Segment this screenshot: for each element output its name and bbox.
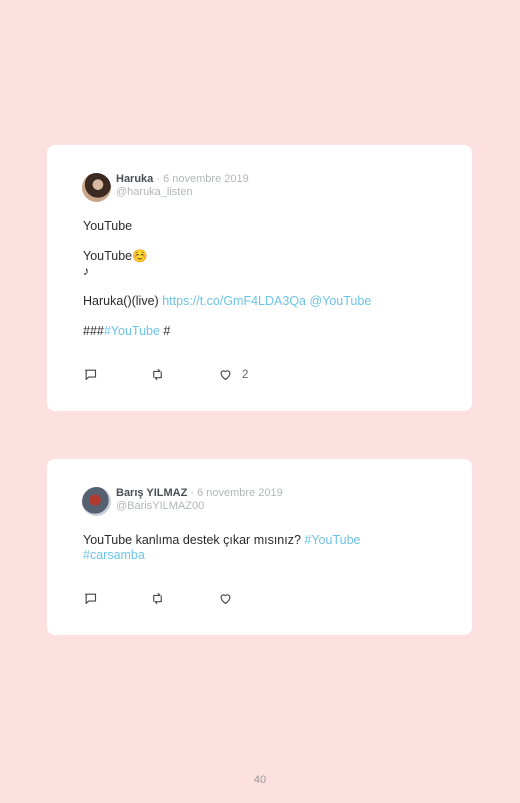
tweet-line: ♪ xyxy=(83,264,90,278)
tweet-date[interactable]: 6 novembre 2019 xyxy=(163,173,249,185)
tweet-line: YouTube☺️ xyxy=(83,249,148,263)
page-number: 40 xyxy=(253,774,267,786)
heart-icon xyxy=(220,594,231,605)
tweet-actions xyxy=(83,591,283,607)
author-handle[interactable]: @BarisYILMAZ00 xyxy=(116,500,283,513)
tweet-date[interactable]: 6 novembre 2019 xyxy=(197,487,283,499)
tweet-line: YouTube xyxy=(83,219,133,233)
tweet-body: YouTube kanlıma destek çıkar mısınız? #Y… xyxy=(83,533,403,563)
avatar[interactable] xyxy=(82,173,111,202)
tweet-link[interactable]: https://t.co/GmF4LDA3Qa xyxy=(162,294,306,308)
hashtag-link[interactable]: #carsamba xyxy=(83,548,145,562)
tweet-body: YouTube YouTube☺️ ♪ Haruka()(live) https… xyxy=(83,219,371,339)
tweet-line: ####YouTube # xyxy=(83,324,371,339)
separator: · xyxy=(190,487,195,499)
tweet-header: Barış YILMAZ · 6 novembre 2019 @BarisYIL… xyxy=(116,487,283,513)
reply-button[interactable] xyxy=(83,367,98,382)
tweet-card: Haruka · 6 novembre 2019 @haruka_listen … xyxy=(47,145,472,411)
reply-icon xyxy=(84,369,97,381)
tweet-line: YouTube kanlıma destek çıkar mısınız? #Y… xyxy=(83,533,403,563)
separator: · xyxy=(156,173,161,185)
tweet-text: YouTube kanlıma destek çıkar mısınız? xyxy=(83,533,305,547)
hashtag-link[interactable]: #YouTube xyxy=(304,533,360,547)
mention-link[interactable]: @YouTube xyxy=(306,294,371,308)
tweet-card: Barış YILMAZ · 6 novembre 2019 @BarisYIL… xyxy=(47,459,472,635)
retweet-icon xyxy=(153,368,162,381)
heart-icon xyxy=(220,370,231,381)
retweet-button[interactable] xyxy=(150,367,165,382)
author-name[interactable]: Haruka xyxy=(116,173,153,185)
tweet-line: Haruka()(live) https://t.co/GmF4LDA3Qa @… xyxy=(83,294,371,309)
retweet-icon xyxy=(153,592,162,605)
author-name[interactable]: Barış YILMAZ xyxy=(116,487,187,499)
author-handle[interactable]: @haruka_listen xyxy=(116,186,249,199)
reply-button[interactable] xyxy=(83,591,98,606)
like-button[interactable]: 2 xyxy=(218,367,248,382)
tweet-text: # xyxy=(159,324,171,338)
tweet-text: ### xyxy=(83,324,104,338)
reply-icon xyxy=(84,593,97,605)
tweet-actions: 2 xyxy=(83,367,283,383)
like-count: 2 xyxy=(242,368,249,381)
hashtag-link[interactable]: #YouTube xyxy=(104,324,160,338)
like-button[interactable] xyxy=(218,591,233,606)
retweet-button[interactable] xyxy=(150,591,165,606)
tweet-text: Haruka()(live) xyxy=(83,294,163,308)
avatar[interactable] xyxy=(82,487,111,516)
tweet-header: Haruka · 6 novembre 2019 @haruka_listen xyxy=(116,173,249,199)
